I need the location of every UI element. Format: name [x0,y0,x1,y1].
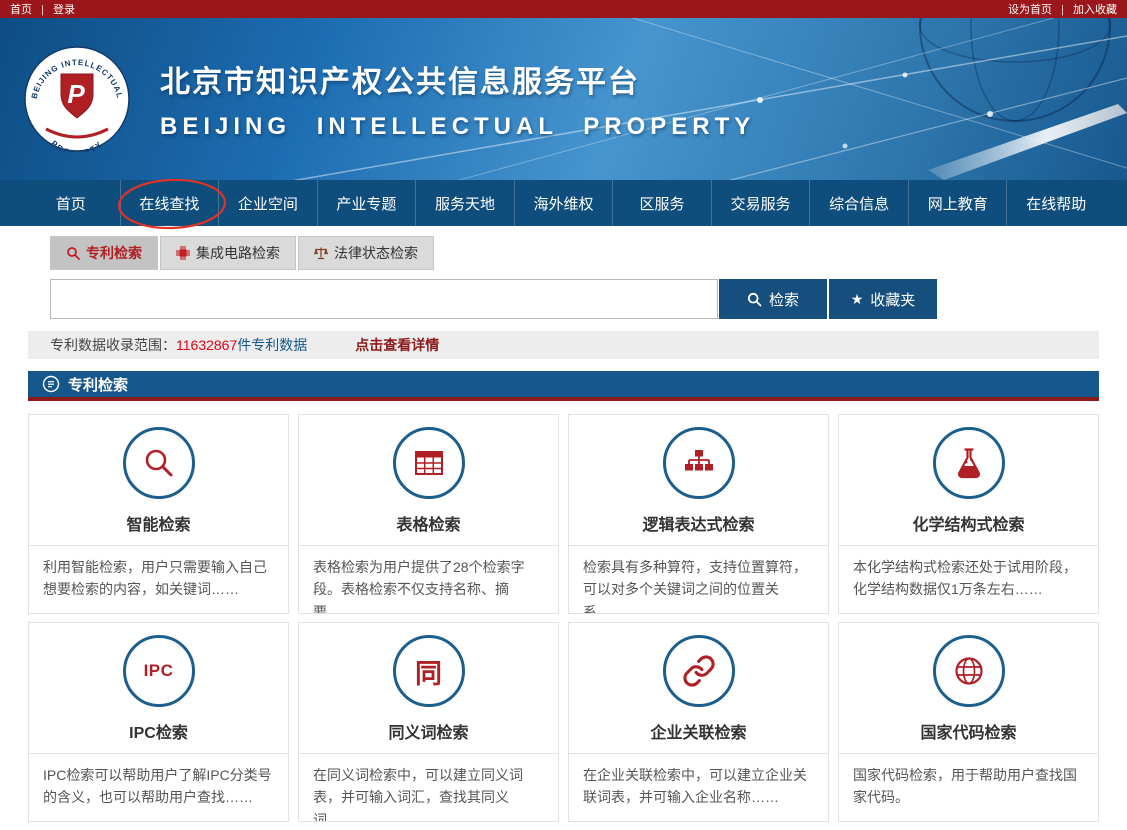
main-content: 专利检索 集成电路检索 [28,236,1099,822]
nav-item-overseas-rights[interactable]: 海外维权 [514,180,613,226]
card-title: 逻辑表达式检索 [569,511,828,535]
tab-legal-status-search[interactable]: 法律状态检索 [298,236,434,270]
topbar-sethome-link[interactable]: 设为首页 [1008,4,1052,16]
card-ipc-search[interactable]: IPC IPC检索 IPC检索可以帮助用户了解IPC分类号的含义，也可以帮助用户… [28,622,289,822]
card-enterprise-relation-search[interactable]: 企业关联检索 在企业关联检索中，可以建立企业关联词表，并可输入企业名称…… [568,622,829,822]
nav-item-industry-topics[interactable]: 产业专题 [317,180,416,226]
search-input[interactable] [50,279,718,319]
view-details-link[interactable]: 点击查看详情 [355,335,439,355]
favorites-button[interactable]: ★ 收藏夹 [829,279,937,319]
stats-count: 11632867 [176,337,237,353]
flask-icon [933,427,1005,499]
star-icon: ★ [851,292,864,306]
nav-item-enterprise-space[interactable]: 企业空间 [218,180,317,226]
topbar: 首页 | 登录 设为首页 | 加入收藏 [0,0,1127,18]
search-tabs: 专利检索 集成电路检索 [50,236,1099,270]
tab-patent-search[interactable]: 专利检索 [50,236,158,270]
card-title: 表格检索 [299,511,558,535]
card-description: 检索具有多种算符，支持位置算符，可以对多个关键词之间的位置关系…… [569,545,828,613]
logo-badge-icon: BEIJING INTELLECTUAL PROPERTY P [24,46,130,152]
card-title: 同义词检索 [299,719,558,743]
stats-unit: 件专利数据 [237,335,307,355]
card-intelligent-search[interactable]: 智能检索 利用智能检索，用户只需要输入自己想要检索的内容，如关键词…… [28,414,289,614]
topbar-addfavorite-link[interactable]: 加入收藏 [1073,4,1117,16]
card-description: 利用智能检索，用户只需要输入自己想要检索的内容，如关键词…… [29,545,288,613]
site-logo: BEIJING INTELLECTUAL PROPERTY P [24,46,130,152]
nav-item-district-service[interactable]: 区服务 [612,180,711,226]
card-title: 智能检索 [29,511,288,535]
svg-text:P: P [67,79,85,109]
tab-label: 专利检索 [86,243,142,263]
card-description: 在同义词检索中，可以建立同义词表，并可输入词汇，查找其同义词…… [299,753,558,821]
magnifier-icon [747,292,762,307]
search-button[interactable]: 检索 [719,279,827,319]
card-chemical-structure-search[interactable]: 化学结构式检索 本化学结构式检索还处于试用阶段，化学结构数据仅1万条左右…… [838,414,1099,614]
card-title: 国家代码检索 [839,719,1098,743]
site-title-cn: 北京市知识产权公共信息服务平台 [160,57,755,101]
globe-icon [933,635,1005,707]
magnifier-icon [123,427,195,499]
stats-label: 专利数据收录范围： [50,335,176,355]
site-header: BEIJING INTELLECTUAL PROPERTY P 北京市知识产权公… [0,18,1127,180]
topbar-left: 首页 | 登录 [10,1,75,17]
nav-item-online-search[interactable]: 在线查找 [120,180,219,226]
stats-bar: 专利数据收录范围： 11632867 件专利数据 点击查看详情 [28,331,1099,359]
card-description: IPC检索可以帮助用户了解IPC分类号的含义，也可以帮助用户查找…… [29,753,288,821]
card-description: 本化学结构式检索还处于试用阶段，化学结构数据仅1万条左右…… [839,545,1098,613]
scales-icon [314,246,328,260]
magnifier-icon [66,246,80,260]
topbar-right: 设为首页 | 加入收藏 [1008,1,1117,17]
card-title: IPC检索 [29,719,288,743]
search-button-label: 检索 [769,289,799,310]
card-title: 企业关联检索 [569,719,828,743]
ipc-text-icon: IPC [123,635,195,707]
topbar-separator: | [41,4,44,16]
card-description: 在企业关联检索中，可以建立企业关联词表，并可输入企业名称…… [569,753,828,821]
site-title-en: BEIJING INTELLECTUAL PROPERTY [160,113,755,141]
topbar-separator: | [1061,4,1064,16]
card-synonym-search[interactable]: 同 同义词检索 在同义词检索中，可以建立同义词表，并可输入词汇，查找其同义词…… [298,622,559,822]
nav-item-trade-service[interactable]: 交易服务 [711,180,810,226]
chain-link-icon [663,635,735,707]
header-titles: 北京市知识产权公共信息服务平台 BEIJING INTELLECTUAL PRO… [160,57,755,141]
search-bar: 检索 ★ 收藏夹 [50,279,1099,319]
orgchart-icon [663,427,735,499]
tab-integrated-circuit-search[interactable]: 集成电路检索 [160,236,296,270]
card-country-code-search[interactable]: 国家代码检索 国家代码检索，用于帮助用户查找国家代码。 [838,622,1099,822]
nav-item-online-education[interactable]: 网上教育 [908,180,1007,226]
card-description: 国家代码检索，用于帮助用户查找国家代码。 [839,753,1098,821]
main-nav: 首页 在线查找 企业空间 产业专题 服务天地 海外维权 区服务 交易服务 综合信… [0,180,1127,226]
nav-item-home[interactable]: 首页 [22,180,120,226]
card-logic-expression-search[interactable]: 逻辑表达式检索 检索具有多种算符，支持位置算符，可以对多个关键词之间的位置关系…… [568,414,829,614]
card-description: 表格检索为用户提供了28个检索字段。表格检索不仅支持名称、摘要…… [299,545,558,613]
document-badge-icon [42,375,60,393]
topbar-login-link[interactable]: 登录 [53,4,75,16]
tab-label: 法律状态检索 [334,243,418,263]
tong-text-icon: 同 [393,635,465,707]
section-title: 专利检索 [68,374,128,395]
favorites-button-label: 收藏夹 [870,289,915,310]
nav-item-online-help[interactable]: 在线帮助 [1006,180,1105,226]
table-icon [393,427,465,499]
search-method-cards: 智能检索 利用智能检索，用户只需要输入自己想要检索的内容，如关键词…… [28,414,1099,822]
nav-item-service-world[interactable]: 服务天地 [415,180,514,226]
card-table-search[interactable]: 表格检索 表格检索为用户提供了28个检索字段。表格检索不仅支持名称、摘要…… [298,414,559,614]
tab-label: 集成电路检索 [196,243,280,263]
topbar-home-link[interactable]: 首页 [10,4,32,16]
section-header-patent-search: 专利检索 [28,371,1099,401]
card-title: 化学结构式检索 [839,511,1098,535]
nav-item-comprehensive-info[interactable]: 综合信息 [809,180,908,226]
chip-icon [176,246,190,260]
